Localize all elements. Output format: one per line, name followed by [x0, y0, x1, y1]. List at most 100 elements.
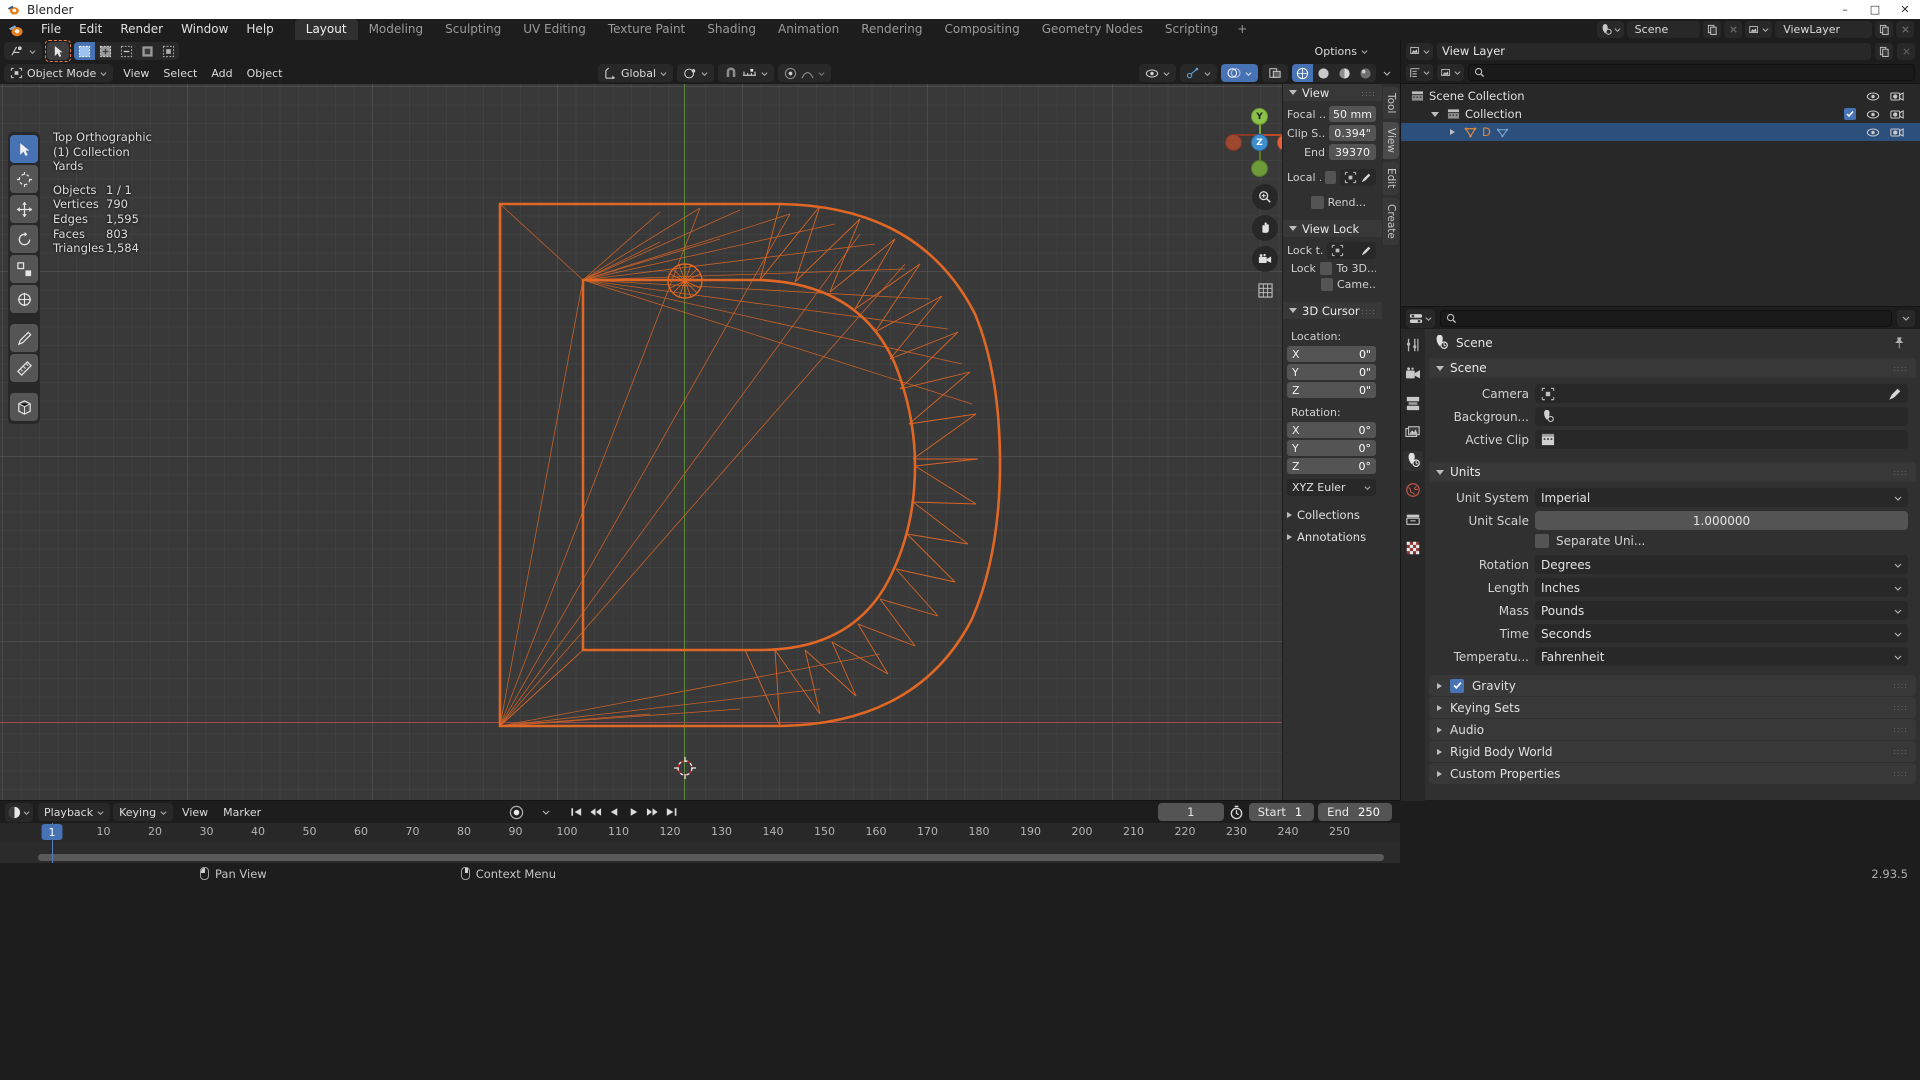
workspace-tab-compositing[interactable]: Compositing	[933, 19, 1030, 40]
view-lock-panel-header[interactable]: View Lock	[1283, 220, 1382, 237]
jump-to-next-keyframe-button[interactable]	[644, 803, 661, 821]
interaction-mode-dropdown[interactable]: Object Mode	[4, 64, 114, 82]
npanel-row-value[interactable]: 0.394"	[1329, 125, 1376, 141]
auto-keying-toggle[interactable]	[508, 803, 525, 821]
new-scene-button[interactable]	[1703, 21, 1722, 38]
select-invert-icon[interactable]	[137, 42, 158, 60]
properties-tab-render[interactable]	[1403, 364, 1423, 384]
view-panel-collapse-icon[interactable]	[1289, 90, 1297, 95]
select-set-icon[interactable]	[74, 42, 95, 60]
add-workspace-button[interactable]: +	[1229, 19, 1255, 40]
separate-units-checkbox[interactable]	[1535, 534, 1549, 548]
outliner-search-input[interactable]	[1468, 64, 1915, 81]
proportional-editing-controls[interactable]	[778, 64, 832, 82]
menu-edit[interactable]: Edit	[70, 20, 111, 39]
zoom-view-button[interactable]	[1252, 184, 1278, 210]
panel-expand-icon[interactable]	[1437, 704, 1442, 711]
properties-tab-scene[interactable]	[1403, 451, 1423, 471]
tool-transform-button[interactable]	[10, 285, 38, 313]
shading-options-dropdown[interactable]	[1380, 64, 1394, 82]
units-panel-header[interactable]: Units ::::	[1429, 462, 1916, 482]
menu-window[interactable]: Window	[172, 20, 237, 39]
timeline-menu-keying[interactable]: Keying	[113, 803, 174, 821]
workspace-tab-rendering[interactable]: Rendering	[850, 19, 933, 40]
outliner-row-scene-collection[interactable]: Scene Collection	[1401, 87, 1920, 105]
properties-panel-custom-properties[interactable]: Custom Properties ::::	[1429, 763, 1916, 784]
tool-add-cube-button[interactable]	[10, 393, 38, 421]
cursor-rotation-x[interactable]: X 0°	[1287, 422, 1376, 438]
panel-drag-handle[interactable]: ::::	[1893, 747, 1908, 756]
material-preview-icon[interactable]	[1334, 64, 1355, 82]
select-subtract-icon[interactable]	[116, 42, 137, 60]
workspace-tab-geometry-nodes[interactable]: Geometry Nodes	[1031, 19, 1154, 40]
outliner-filter-type-icon[interactable]	[1437, 64, 1464, 81]
npanel-tab-view[interactable]: View	[1383, 122, 1399, 160]
workspace-tab-modeling[interactable]: Modeling	[358, 19, 435, 40]
workspace-tab-layout[interactable]: Layout	[294, 19, 358, 40]
npanel-tab-create[interactable]: Create	[1383, 197, 1399, 245]
tool-annotate-button[interactable]	[10, 324, 38, 352]
panel-expand-icon[interactable]	[1437, 748, 1442, 755]
rotation-units-dropdown[interactable]: Degrees	[1535, 555, 1908, 574]
cursor-rotation-y[interactable]: Y 0°	[1287, 440, 1376, 456]
properties-tab-output[interactable]	[1403, 393, 1423, 413]
select-extend-icon[interactable]	[95, 42, 116, 60]
viewport-canvas[interactable]: Top Orthographic (1) Collection Yards Ob…	[0, 84, 1400, 800]
timeline-editor-type-icon[interactable]	[5, 802, 33, 822]
tool-rotate-button[interactable]	[10, 225, 38, 253]
panel-enable-checkbox[interactable]	[1450, 678, 1464, 693]
jump-to-end-button[interactable]	[663, 803, 680, 821]
time-units-dropdown[interactable]: Seconds	[1535, 624, 1908, 643]
use-preview-range-icon[interactable]	[1228, 803, 1245, 821]
timeline-horizontal-scrollbar[interactable]	[38, 854, 1384, 861]
pivot-point-dropdown[interactable]	[677, 64, 715, 82]
outliner-expand-icon[interactable]	[1428, 111, 1442, 117]
view-panel-header[interactable]: View ::::	[1283, 84, 1382, 101]
minimize-button[interactable]: –	[1830, 0, 1860, 19]
cursor-location-z[interactable]: Z 0"	[1287, 382, 1376, 398]
properties-tab-view-layer[interactable]	[1403, 422, 1423, 442]
scene-panel-drag-handle[interactable]: ::::	[1893, 364, 1908, 373]
collections-expand-icon[interactable]	[1287, 512, 1292, 518]
3d-cursor-panel-header[interactable]: 3D Cursor ::::	[1283, 302, 1382, 319]
visibility-dropdown[interactable]	[1139, 64, 1176, 82]
camera-view-button[interactable]	[1252, 246, 1278, 272]
npanel-tab-tool[interactable]: Tool	[1383, 87, 1399, 120]
properties-search-input[interactable]	[1440, 309, 1892, 327]
timeline-menu-view[interactable]: View	[176, 803, 214, 821]
jump-to-prev-keyframe-button[interactable]	[587, 803, 604, 821]
workspace-tab-texture-paint[interactable]: Texture Paint	[597, 19, 696, 40]
menu-file[interactable]: File	[32, 20, 70, 39]
workspace-tab-uv-editing[interactable]: UV Editing	[512, 19, 597, 40]
unit-scale-field[interactable]: 1.000000	[1535, 511, 1908, 530]
gizmo-z-positive[interactable]: Z	[1251, 134, 1268, 151]
annotations-expand-icon[interactable]	[1287, 534, 1292, 540]
render-region-checkbox[interactable]	[1310, 196, 1324, 209]
rendered-shading-icon[interactable]	[1355, 64, 1376, 82]
panel-expand-icon[interactable]	[1437, 770, 1442, 777]
panel-drag-handle[interactable]: ::::	[1893, 769, 1908, 778]
local-camera-checkbox[interactable]	[1324, 171, 1336, 184]
outliner-new-button[interactable]	[1875, 42, 1893, 60]
properties-options-dropdown[interactable]	[1897, 309, 1915, 327]
panel-drag-handle[interactable]: ::::	[1893, 703, 1908, 712]
properties-panel-gravity[interactable]: Gravity ::::	[1429, 675, 1916, 696]
overlays-toggle[interactable]	[1221, 64, 1258, 82]
outliner-remove-button[interactable]	[1897, 42, 1915, 60]
temperature-units-dropdown[interactable]: Fahrenheit	[1535, 647, 1908, 666]
npanel-tab-edit[interactable]: Edit	[1383, 162, 1399, 195]
toggle-orthographic-button[interactable]	[1252, 277, 1278, 303]
tweak-tool-button[interactable]	[47, 42, 69, 60]
tool-scale-button[interactable]	[10, 255, 38, 283]
maximize-button[interactable]: □	[1860, 0, 1890, 19]
end-frame-field[interactable]: End 250	[1318, 803, 1392, 821]
active-tool-icon[interactable]	[4, 42, 42, 60]
viewport-menu-add[interactable]: Add	[205, 64, 238, 82]
jump-to-start-button[interactable]	[568, 803, 585, 821]
gizmo-y-negative[interactable]	[1251, 160, 1268, 177]
panel-expand-icon[interactable]	[1437, 726, 1442, 733]
cursor-location-y[interactable]: Y 0"	[1287, 364, 1376, 380]
view-lock-collapse-icon[interactable]	[1289, 226, 1297, 231]
timeline-track-area[interactable]	[0, 842, 1400, 863]
outliner-display-mode[interactable]: View Layer	[1437, 42, 1871, 60]
